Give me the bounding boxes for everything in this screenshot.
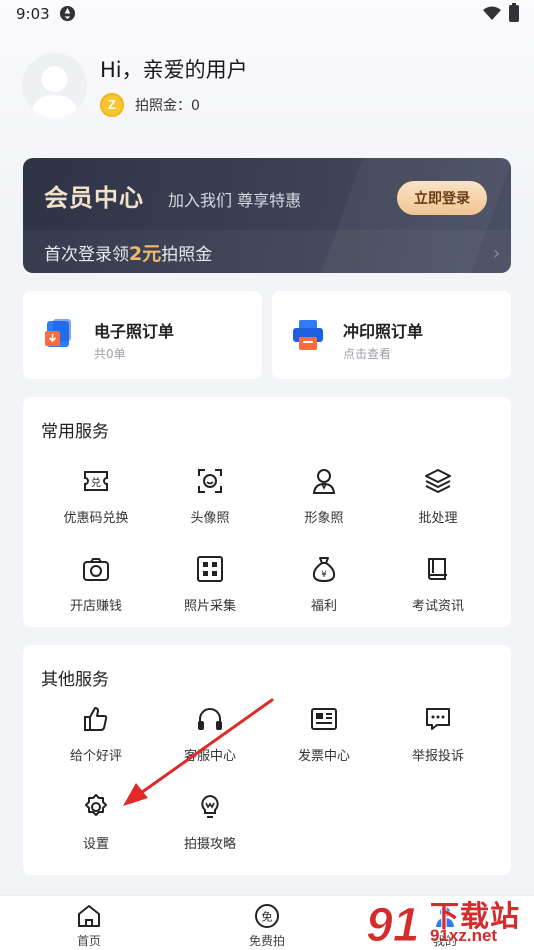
coin-balance: 拍照金：0: [135, 95, 200, 115]
coin-icon: Z: [100, 93, 124, 117]
home-icon: [78, 905, 100, 927]
print-order-icon: [293, 320, 323, 350]
promo-amount: 2元: [129, 243, 162, 265]
watermark-url: 91xz.net: [430, 926, 498, 945]
order-subtitle: 共0单: [94, 347, 126, 361]
lightbulb-icon: [201, 794, 219, 818]
service-headshot[interactable]: 头像照: [149, 467, 271, 537]
service-label: 设置: [82, 837, 109, 852]
order-title: 电子照订单: [94, 322, 175, 341]
service-open-shop[interactable]: 开店赚钱: [35, 555, 157, 625]
login-button[interactable]: 立即登录: [397, 181, 487, 215]
report-icon: [426, 708, 450, 730]
service-coupon[interactable]: 兑 优惠码兑换: [35, 467, 157, 537]
page: 9:03 Hi，亲爱的用户 Z 拍照金：0 会员中心 加入我们 尊享特惠 立即登…: [0, 0, 534, 950]
watermark-logo-glyph: 91: [366, 899, 419, 950]
service-label: 考试资讯: [411, 599, 464, 614]
service-label: 形象照: [304, 511, 344, 526]
service-portrait[interactable]: 形象照: [263, 467, 385, 537]
status-time: 9:03: [16, 5, 50, 23]
section-title: 其他服务: [41, 670, 109, 690]
watermark-logo: 91: [366, 899, 420, 950]
service-label: 发票中心: [297, 749, 350, 764]
member-center-subtitle: 加入我们 尊享特惠: [168, 191, 302, 210]
service-label: 给个好评: [69, 749, 122, 764]
section-title: 常用服务: [41, 422, 109, 442]
e-photo-order-icon: [45, 319, 71, 347]
coin-value: 0: [191, 98, 200, 114]
service-label: 优惠码兑换: [63, 511, 129, 526]
order-subtitle: 点击查看: [343, 347, 392, 361]
svg-text:兑: 兑: [91, 476, 101, 489]
free-shoot-icon: 免: [255, 904, 279, 928]
service-label: 头像照: [190, 511, 230, 526]
other-services-section: 其他服务 给个好评 客服中心 发票中心 举报投诉 设置 拍摄攻略: [23, 645, 511, 875]
service-photo-collect[interactable]: 照片采集: [149, 555, 271, 625]
member-center-card[interactable]: 会员中心 加入我们 尊享特惠 立即登录 首次登录领2元拍照金 ›: [23, 158, 511, 273]
promo-prefix: 首次登录领: [44, 245, 129, 265]
service-label: 批处理: [418, 511, 458, 526]
service-exam-news[interactable]: 考试资讯: [377, 555, 499, 625]
grid-icon: [197, 556, 223, 582]
svg-text:¥: ¥: [321, 570, 327, 580]
nav-item-free-shoot[interactable]: 免 免费拍: [207, 896, 327, 950]
battery-icon: [509, 3, 519, 22]
layers-icon: [425, 469, 451, 493]
print-order-card[interactable]: 冲印照订单 点击查看: [272, 291, 511, 379]
aperture-status-icon: [59, 5, 76, 22]
service-label: 照片采集: [183, 599, 236, 614]
service-label: 举报投诉: [411, 749, 464, 764]
promo-suffix: 拍照金: [161, 245, 213, 265]
order-title: 冲印照订单: [343, 322, 424, 341]
status-bar: 9:03: [0, 0, 534, 28]
common-services-section: 常用服务 兑 优惠码兑换 头像照 形象照 批处理 开店赚钱 照片采集 ¥ 福利 …: [23, 397, 511, 627]
service-label: 福利: [310, 599, 337, 614]
avatar[interactable]: [20, 51, 89, 120]
service-customer-support[interactable]: 客服中心: [149, 705, 271, 775]
headset-icon: [198, 708, 222, 730]
service-shooting-guide[interactable]: 拍摄攻略: [149, 793, 271, 863]
greeting-text[interactable]: Hi，亲爱的用户: [100, 54, 248, 84]
face-scan-icon: [198, 469, 222, 493]
service-label: 客服中心: [183, 749, 236, 764]
invoice-icon: [311, 708, 337, 730]
free-shoot-glyph: 免: [262, 910, 273, 924]
service-label: 拍摄攻略: [183, 837, 236, 852]
coin-label: 拍照金：: [135, 98, 191, 114]
service-batch[interactable]: 批处理: [377, 467, 499, 537]
thumbs-up-icon: [84, 707, 108, 731]
money-bag-icon: ¥: [312, 557, 336, 583]
default-avatar-icon: [30, 66, 79, 118]
e-photo-order-card[interactable]: 电子照订单 共0单: [23, 291, 262, 379]
nav-label: 免费拍: [248, 934, 285, 948]
camera-icon: [83, 558, 109, 581]
gear-icon: [85, 794, 107, 816]
promo-text: 首次登录领2元拍照金: [44, 239, 212, 266]
service-label: 开店赚钱: [69, 599, 122, 614]
portrait-icon: [312, 469, 336, 494]
coupon-icon: 兑: [84, 471, 108, 491]
nav-label: 首页: [76, 934, 101, 948]
service-rate-us[interactable]: 给个好评: [35, 705, 157, 775]
wifi-icon: [483, 6, 501, 20]
chevron-right-icon: ›: [493, 243, 501, 264]
service-welfare[interactable]: ¥ 福利: [263, 555, 385, 625]
service-settings[interactable]: 设置: [35, 793, 157, 863]
member-center-title: 会员中心: [44, 184, 144, 212]
watermark: 91 下载站 91xz.net: [364, 893, 534, 950]
service-report[interactable]: 举报投诉: [377, 705, 499, 775]
nav-item-home[interactable]: 首页: [29, 896, 149, 950]
book-icon: [428, 558, 447, 580]
service-invoice[interactable]: 发票中心: [263, 705, 385, 775]
